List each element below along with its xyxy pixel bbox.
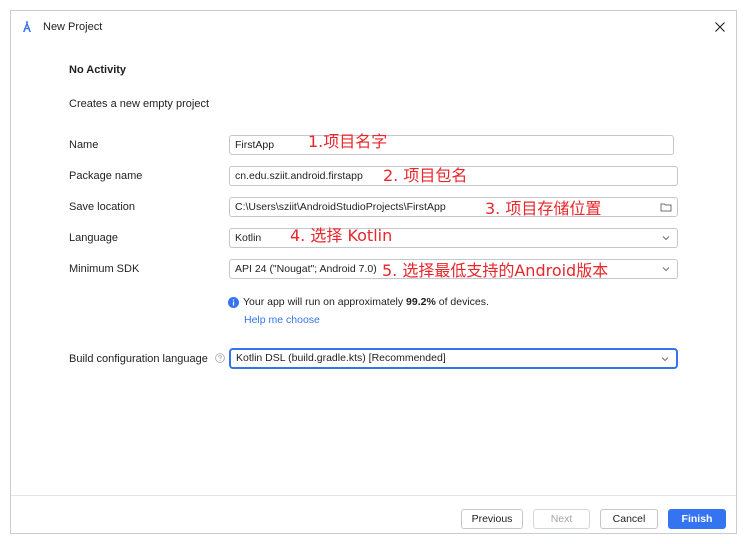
annotation-language: 4. 选择 Kotlin — [290, 226, 393, 245]
language-value: Kotlin — [235, 232, 262, 244]
build-config-select[interactable]: Kotlin DSL (build.gradle.kts) [Recommend… — [229, 348, 678, 369]
build-config-label: Build configuration language — [69, 353, 208, 365]
finish-button[interactable]: Finish — [668, 509, 726, 529]
save-location-label: Save location — [69, 201, 136, 213]
close-button[interactable] — [710, 17, 730, 37]
name-value: FirstApp — [235, 139, 275, 151]
info-suffix: of devices. — [435, 296, 489, 308]
chevron-down-icon — [662, 236, 670, 241]
cancel-button[interactable]: Cancel — [600, 509, 658, 529]
template-heading: No Activity — [69, 64, 127, 76]
save-location-value: C:\Users\sziit\AndroidStudioProjects\Fir… — [235, 201, 446, 213]
title-bar: New Project — [11, 11, 736, 43]
help-icon[interactable] — [215, 353, 225, 363]
android-studio-icon — [23, 21, 31, 32]
next-button[interactable]: Next — [533, 509, 590, 529]
previous-button[interactable]: Previous — [461, 509, 523, 529]
info-prefix: Your app will run on approximately — [243, 296, 407, 308]
folder-icon[interactable] — [660, 201, 672, 213]
build-config-label-row: Build configuration language — [69, 352, 225, 366]
name-label: Name — [69, 139, 99, 151]
save-location-input[interactable]: C:\Users\sziit\AndroidStudioProjects\Fir… — [229, 197, 678, 217]
minimum-sdk-label: Minimum SDK — [69, 263, 140, 275]
minimum-sdk-value: API 24 ("Nougat"; Android 7.0) — [235, 263, 377, 275]
annotation-minimum-sdk: 5. 选择最低支持的Android版本 — [382, 261, 609, 280]
annotation-save-location: 3. 项目存储位置 — [485, 199, 602, 218]
language-label: Language — [69, 232, 118, 244]
annotation-package-name: 2. 项目包名 — [383, 166, 468, 185]
template-description: Creates a new empty project — [69, 98, 210, 110]
window-title: New Project — [43, 21, 103, 33]
annotation-project-name: 1.项目名字 — [308, 132, 388, 151]
build-config-value: Kotlin DSL (build.gradle.kts) [Recommend… — [236, 352, 446, 364]
close-icon — [715, 22, 725, 32]
new-project-dialog: New Project No Activity Creates a new em… — [10, 10, 737, 534]
device-coverage-info: Your app will run on approximately 99.2%… — [228, 296, 489, 308]
info-icon — [228, 296, 239, 308]
chevron-down-icon — [662, 267, 670, 272]
help-me-choose-link[interactable]: Help me choose — [244, 314, 320, 326]
dialog-footer: Previous Next Cancel Finish — [11, 495, 736, 533]
package-name-value: cn.edu.sziit.android.firstapp — [235, 170, 363, 182]
package-name-label: Package name — [69, 170, 143, 182]
chevron-down-icon — [661, 357, 669, 362]
name-input[interactable]: FirstApp — [229, 135, 674, 155]
info-percent: 99.2% — [406, 296, 436, 308]
